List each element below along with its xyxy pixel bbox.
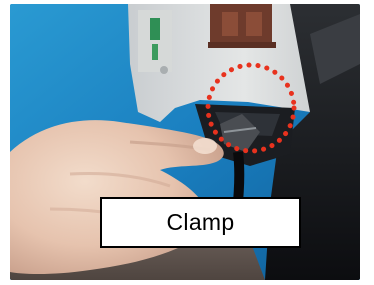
green-component	[150, 18, 160, 40]
page: Clamp	[0, 0, 374, 285]
brown-connector	[210, 4, 272, 44]
clamp-label: Clamp	[100, 197, 301, 248]
